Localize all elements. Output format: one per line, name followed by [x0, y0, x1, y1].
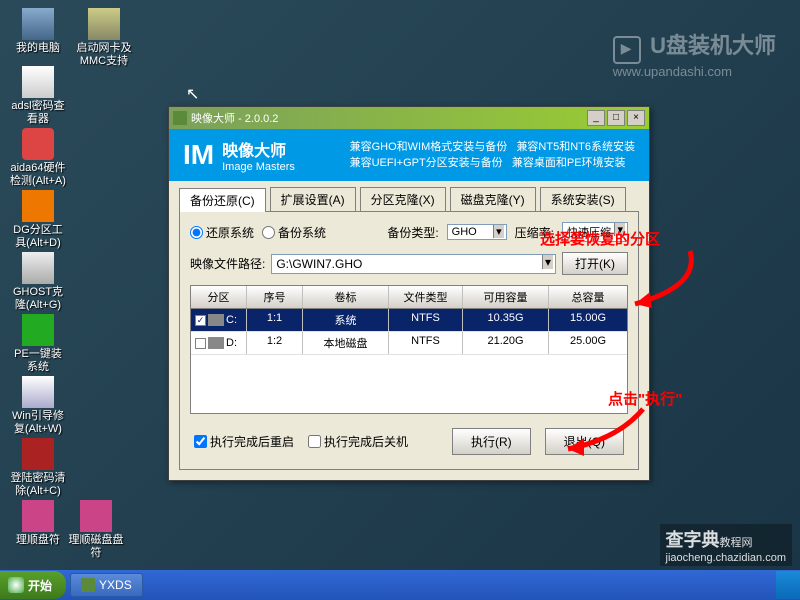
- brand-icon: [613, 36, 641, 64]
- checkbox-c[interactable]: ✓: [195, 315, 206, 326]
- execute-button[interactable]: 执行(R): [452, 428, 531, 455]
- app-icon: [173, 111, 187, 125]
- compress-label: 压缩率:: [515, 224, 554, 241]
- icon-dg[interactable]: DG分区工具(Alt+D): [10, 190, 66, 250]
- partition-row-d[interactable]: D: 1:2 本地磁盘 NTFS 21.20G 25.00G: [191, 332, 627, 355]
- partition-grid: 分区 序号 卷标 文件类型 可用容量 总容量 ✓C: 1:1 系统 NTFS 1…: [190, 285, 628, 414]
- taskbar: 开始 YXDS: [0, 570, 800, 600]
- icon-aida64[interactable]: aida64硬件检测(Alt+A): [10, 128, 66, 188]
- icon-pe[interactable]: PE一键装系统: [10, 314, 66, 374]
- icon-network-mmc[interactable]: 启动网卡及MMC支持: [76, 8, 132, 68]
- brand-watermark: U盘装机大师 www.upandashi.com: [613, 28, 776, 79]
- radio-restore[interactable]: 还原系统: [190, 224, 254, 241]
- partition-row-c[interactable]: ✓C: 1:1 系统 NTFS 10.35G 15.00G: [191, 309, 627, 332]
- tab-install[interactable]: 系统安装(S): [540, 187, 626, 211]
- checkbox-shutdown[interactable]: 执行完成后关机: [308, 433, 408, 450]
- icon-my-computer[interactable]: 我的电脑: [10, 8, 66, 55]
- tabs: 备份还原(C) 扩展设置(A) 分区克隆(X) 磁盘克隆(Y) 系统安装(S): [169, 181, 649, 211]
- minimize-button[interactable]: _: [587, 110, 605, 126]
- checkbox-reboot[interactable]: 执行完成后重启: [194, 433, 294, 450]
- icon-winboot[interactable]: Win引导修复(Alt+W): [10, 376, 66, 436]
- icon-ghost[interactable]: GHOST克隆(Alt+G): [10, 252, 66, 312]
- system-tray[interactable]: [776, 571, 800, 599]
- tab-disk-clone[interactable]: 磁盘克隆(Y): [450, 187, 536, 211]
- image-masters-window: 映像大师 - 2.0.0.2 _ □ × IM 映像大师 Image Maste…: [168, 106, 650, 481]
- backup-type-combo[interactable]: GHO: [447, 224, 507, 240]
- grid-header: 分区 序号 卷标 文件类型 可用容量 总容量: [191, 286, 627, 309]
- path-input[interactable]: G:\GWIN7.GHO: [271, 254, 556, 274]
- icon-disk-order[interactable]: 理顺磁盘盘符: [68, 500, 124, 560]
- drive-icon: [208, 337, 224, 349]
- maximize-button[interactable]: □: [607, 110, 625, 126]
- compress-combo[interactable]: 快速压缩: [562, 222, 628, 242]
- path-label: 映像文件路径:: [190, 255, 265, 272]
- exit-button[interactable]: 退出(Q): [545, 428, 624, 455]
- open-button[interactable]: 打开(K): [562, 252, 628, 275]
- close-button[interactable]: ×: [627, 110, 645, 126]
- titlebar[interactable]: 映像大师 - 2.0.0.2 _ □ ×: [169, 107, 649, 129]
- checkbox-d[interactable]: [195, 338, 206, 349]
- window-title: 映像大师 - 2.0.0.2: [191, 110, 278, 126]
- drive-icon: [208, 314, 224, 326]
- banner: IM 映像大师 Image Masters 兼容GHO和WIM格式安装与备份 兼…: [169, 129, 649, 181]
- banner-logo: IM: [183, 139, 214, 171]
- start-button[interactable]: 开始: [0, 571, 66, 599]
- icon-drive-order[interactable]: 理顺盘符: [10, 500, 66, 547]
- tab-partition-clone[interactable]: 分区克隆(X): [360, 187, 446, 211]
- bottom-watermark: 查字典教程网 jiaocheng.chazidian.com: [660, 524, 792, 566]
- radio-backup[interactable]: 备份系统: [262, 224, 326, 241]
- backup-type-label: 备份类型:: [387, 224, 438, 241]
- tab-extended[interactable]: 扩展设置(A): [270, 187, 356, 211]
- main-panel: 还原系统 备份系统 备份类型: GHO 压缩率: 快速压缩 映像文件路径: G:…: [179, 211, 639, 470]
- taskbar-item-yxds[interactable]: YXDS: [70, 573, 143, 597]
- tab-backup-restore[interactable]: 备份还原(C): [179, 188, 266, 212]
- icon-adsl[interactable]: adsl密码查看器: [10, 66, 66, 126]
- icon-password-clear[interactable]: 登陆密码清除(Alt+C): [10, 438, 66, 498]
